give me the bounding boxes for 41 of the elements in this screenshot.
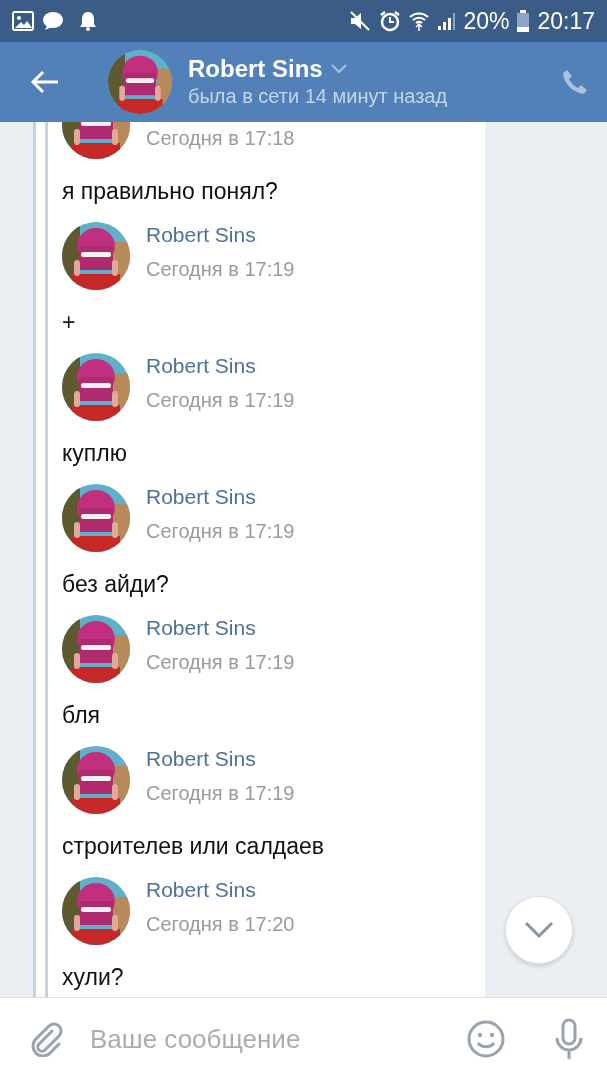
image-icon	[12, 11, 34, 31]
message-time: Сегодня в 17:19	[146, 519, 295, 544]
chevron-down-icon	[524, 921, 554, 939]
back-arrow-icon[interactable]	[30, 70, 60, 94]
attachment-icon[interactable]	[30, 1021, 64, 1057]
message-time: Сегодня в 17:20	[146, 912, 295, 937]
signal-icon	[437, 11, 456, 31]
chat-bubble-icon	[42, 11, 64, 31]
sender-name[interactable]: Robert Sins	[146, 615, 295, 641]
message-time: Сегодня в 17:18	[146, 126, 295, 151]
wifi-icon	[409, 10, 430, 32]
scroll-down-button[interactable]	[505, 896, 573, 964]
message-input[interactable]: Ваше сообщение	[88, 1018, 418, 1060]
message-time: Сегодня в 17:19	[146, 257, 295, 282]
battery-icon	[517, 10, 530, 32]
message-text: без айди?	[62, 570, 170, 599]
sender-name[interactable]: Robert Sins	[146, 746, 295, 772]
caret-icon[interactable]	[330, 64, 347, 74]
bell-icon	[80, 11, 96, 31]
sender-name[interactable]: Robert Sins	[146, 353, 295, 379]
message-text: хули?	[62, 963, 125, 992]
microphone-icon[interactable]	[553, 1018, 585, 1060]
message-text: бля	[62, 701, 101, 730]
phone-icon[interactable]	[561, 68, 589, 96]
message-text: +	[62, 308, 77, 337]
alarm-icon	[379, 10, 402, 32]
message-time: Сегодня в 17:19	[146, 388, 295, 413]
sender-name[interactable]: Robert Sins	[146, 484, 295, 510]
battery-percent: 20%	[463, 6, 510, 36]
last-seen-status: была в сети 14 минут назад	[188, 84, 448, 109]
mute-icon	[349, 10, 372, 32]
emoji-icon[interactable]	[467, 1020, 505, 1058]
contact-name[interactable]: Robert Sins	[188, 55, 323, 83]
clock: 20:17	[537, 6, 595, 36]
message-text: строителев или салдаев	[62, 832, 326, 861]
message-time: Сегодня в 17:19	[146, 650, 295, 675]
message-text: куплю	[62, 439, 128, 468]
sender-name[interactable]: Robert Sins	[146, 222, 295, 248]
message-time: Сегодня в 17:19	[146, 781, 295, 806]
sender-name[interactable]: Robert Sins	[146, 877, 295, 903]
message-text: я правильно понял?	[62, 177, 279, 206]
